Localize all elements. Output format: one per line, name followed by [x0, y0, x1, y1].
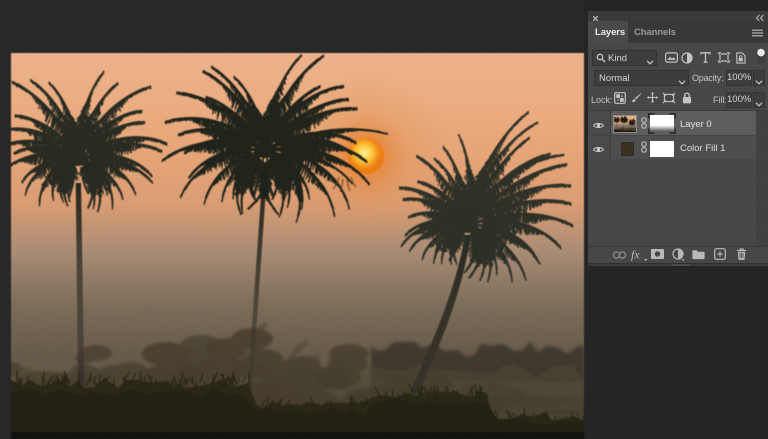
- svg-text:fx: fx: [631, 248, 640, 261]
